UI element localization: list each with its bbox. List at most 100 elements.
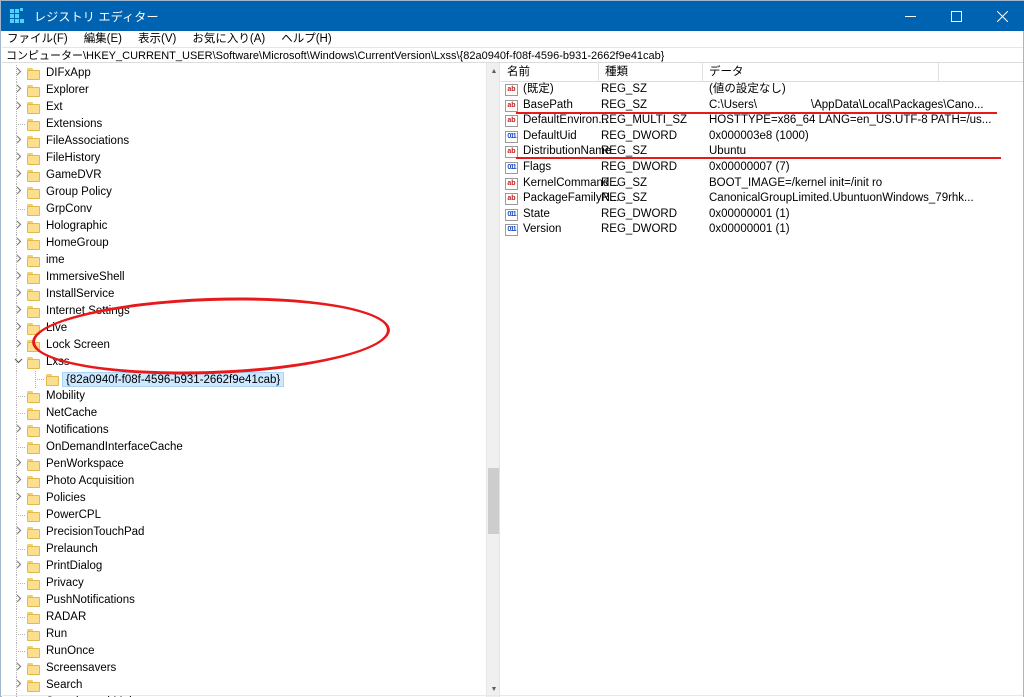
chevron-right-icon[interactable]: [10, 303, 26, 320]
tree-item-lxss[interactable]: Lxss: [2, 354, 486, 371]
chevron-right-icon[interactable]: [10, 184, 26, 201]
tree-item-label: NetCache: [46, 407, 98, 419]
tree-item-lock-screen[interactable]: Lock Screen: [2, 337, 486, 354]
chevron-right-icon[interactable]: [10, 490, 26, 507]
column-header-type[interactable]: 種類: [599, 63, 703, 81]
chevron-right-icon[interactable]: [10, 320, 26, 337]
registry-tree-pane[interactable]: DIFxApp Explorer Ext Extensions FileAssociat…: [2, 63, 500, 697]
menu-view[interactable]: 表示(V): [138, 31, 176, 47]
tree-item-label: Policies: [46, 492, 86, 504]
tree-scrollbar-thumb[interactable]: [488, 468, 499, 534]
tree-item-internet-settings[interactable]: Internet Settings: [2, 303, 486, 320]
tree-item-screensavers[interactable]: Screensavers: [2, 660, 486, 677]
tree-item-run[interactable]: Run: [2, 626, 486, 643]
chevron-right-icon[interactable]: [10, 286, 26, 303]
tree-item-ime[interactable]: ime: [2, 252, 486, 269]
tree-item-pushnotifications[interactable]: PushNotifications: [2, 592, 486, 609]
tree-item-prelaunch[interactable]: Prelaunch: [2, 541, 486, 558]
chevron-right-icon[interactable]: [10, 133, 26, 150]
menu-favorites[interactable]: お気に入り(A): [192, 31, 265, 47]
tree-item-ext[interactable]: Ext: [2, 99, 486, 116]
chevron-right-icon[interactable]: [10, 150, 26, 167]
value-row[interactable]: 011 DefaultUid REG_DWORD 0x000003e8 (1000): [501, 129, 1023, 145]
chevron-right-icon[interactable]: [10, 677, 26, 694]
close-button[interactable]: [979, 1, 1024, 31]
maximize-button[interactable]: [933, 1, 979, 31]
chevron-right-icon[interactable]: [10, 592, 26, 609]
tree-item-grpconv[interactable]: GrpConv: [2, 201, 486, 218]
chevron-right-icon[interactable]: [10, 167, 26, 184]
menu-help[interactable]: ヘルプ(H): [281, 31, 331, 47]
menu-file[interactable]: ファイル(F): [7, 31, 68, 47]
tree-item-explorer[interactable]: Explorer: [2, 82, 486, 99]
tree-item-group-policy[interactable]: Group Policy: [2, 184, 486, 201]
chevron-right-icon[interactable]: [10, 456, 26, 473]
value-row[interactable]: ab DistributionName REG_SZ Ubuntu: [501, 144, 1023, 160]
chevron-right-icon[interactable]: [10, 252, 26, 269]
address-bar[interactable]: コンピューター\HKEY_CURRENT_USER\Software\Micro…: [2, 47, 1023, 63]
chevron-right-icon[interactable]: [10, 422, 26, 439]
chevron-right-icon[interactable]: [10, 99, 26, 116]
tree-item-filehistory[interactable]: FileHistory: [2, 150, 486, 167]
chevron-down-icon[interactable]: [10, 354, 26, 371]
chevron-right-icon[interactable]: [10, 524, 26, 541]
tree-item-difxapp[interactable]: DIFxApp: [2, 65, 486, 82]
value-row[interactable]: 011 State REG_DWORD 0x00000001 (1): [501, 207, 1023, 223]
tree-item-fileassociations[interactable]: FileAssociations: [2, 133, 486, 150]
tree-item-extensions[interactable]: Extensions: [2, 116, 486, 133]
tree-item-gamedvr[interactable]: GameDVR: [2, 167, 486, 184]
tree-item-printdialog[interactable]: PrintDialog: [2, 558, 486, 575]
tree-item-installservice[interactable]: InstallService: [2, 286, 486, 303]
scroll-up-arrow-icon[interactable]: ▲: [487, 63, 499, 79]
value-row[interactable]: ab (既定) REG_SZ (値の設定なし): [501, 82, 1023, 98]
tree-item-powercpl[interactable]: PowerCPL: [2, 507, 486, 524]
chevron-right-icon[interactable]: [10, 218, 26, 235]
tree-item-immersiveshell[interactable]: ImmersiveShell: [2, 269, 486, 286]
tree-item-notifications[interactable]: Notifications: [2, 422, 486, 439]
chevron-right-icon[interactable]: [10, 65, 26, 82]
tree-item-netcache[interactable]: NetCache: [2, 405, 486, 422]
column-header-data[interactable]: データ: [703, 63, 939, 81]
tree-item-ondemandinterfacecache[interactable]: OnDemandInterfaceCache: [2, 439, 486, 456]
registry-values-pane[interactable]: 名前 種類 データ ab (既定) REG_SZ (値の設定なし) ab BasePath…: [501, 63, 1023, 697]
tree-item-label: Run: [46, 628, 68, 640]
value-row[interactable]: ab KernelCommand... REG_SZ BOOT_IMAGE=/kern…: [501, 176, 1023, 192]
value-type: REG_DWORD: [601, 160, 678, 173]
tree-item-policies[interactable]: Policies: [2, 490, 486, 507]
tree-vertical-scrollbar[interactable]: ▲ ▼: [486, 63, 499, 697]
chevron-right-icon[interactable]: [10, 660, 26, 677]
menu-edit[interactable]: 編集(E): [84, 31, 122, 47]
tree-item-label: FileHistory: [46, 152, 101, 164]
tree-item-runonce[interactable]: RunOnce: [2, 643, 486, 660]
tree-item-search[interactable]: Search: [2, 677, 486, 694]
tree-item-homegroup[interactable]: HomeGroup: [2, 235, 486, 252]
tree-item-precisiontouchpad[interactable]: PrecisionTouchPad: [2, 524, 486, 541]
tree-item-82a0940f-f08f-4596-b931-2662f9e41cab[interactable]: {82a0940f-f08f-4596-b931-2662f9e41cab}: [2, 371, 486, 388]
value-row[interactable]: ab BasePath REG_SZ C:\Users\ \AppData\Local\…: [501, 98, 1023, 114]
chevron-right-icon[interactable]: [10, 473, 26, 490]
value-data: 0x000003e8 (1000): [709, 129, 809, 142]
tree-item-holographic[interactable]: Holographic: [2, 218, 486, 235]
tree-item-photo-acquisition[interactable]: Photo Acquisition: [2, 473, 486, 490]
minimize-button[interactable]: [887, 1, 933, 31]
value-row[interactable]: 011 Version REG_DWORD 0x00000001 (1): [501, 222, 1023, 238]
value-row[interactable]: ab DefaultEnviron... REG_MULTI_SZ HOSTTYPE=…: [501, 113, 1023, 129]
chevron-right-icon[interactable]: [10, 235, 26, 252]
menu-bar: ファイル(F) 編集(E) 表示(V) お気に入り(A) ヘルプ(H): [1, 31, 1023, 47]
tree-item-privacy[interactable]: Privacy: [2, 575, 486, 592]
value-row[interactable]: ab PackageFamilyN... REG_SZ CanonicalGroupL…: [501, 191, 1023, 207]
folder-icon: [27, 323, 41, 335]
chevron-right-icon[interactable]: [10, 82, 26, 99]
chevron-right-icon[interactable]: [10, 269, 26, 286]
tree-item-label: ime: [46, 254, 65, 266]
chevron-right-icon[interactable]: [10, 337, 26, 354]
chevron-right-icon[interactable]: [10, 558, 26, 575]
value-row[interactable]: 011 Flags REG_DWORD 0x00000007 (7): [501, 160, 1023, 176]
tree-item-mobility[interactable]: Mobility: [2, 388, 486, 405]
title-bar[interactable]: レジストリ エディター: [1, 1, 1024, 31]
tree-item-radar[interactable]: RADAR: [2, 609, 486, 626]
column-header-name[interactable]: 名前: [501, 63, 599, 81]
tree-item-label: RADAR: [46, 611, 87, 623]
tree-item-live[interactable]: Live: [2, 320, 486, 337]
tree-item-penworkspace[interactable]: PenWorkspace: [2, 456, 486, 473]
